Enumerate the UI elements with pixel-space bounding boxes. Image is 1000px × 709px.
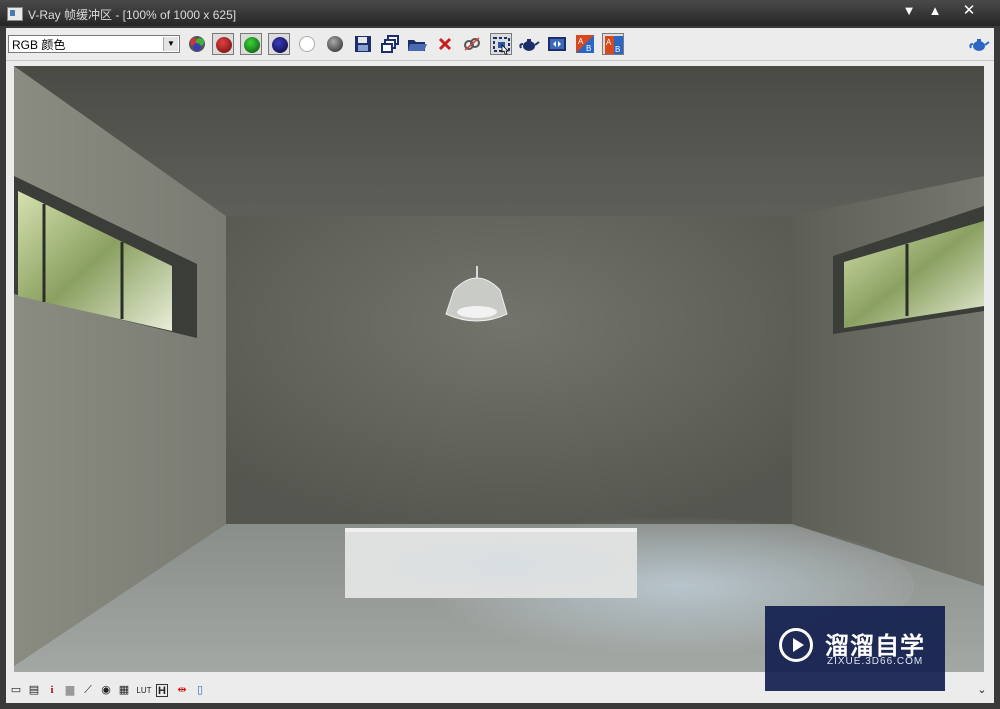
watermark-site: ZIXUE.3D66.COM xyxy=(827,656,924,667)
mono-sphere-icon[interactable] xyxy=(324,33,346,55)
title-bar[interactable]: V-Ray 帧缓冲区 - [100% of 1000 x 625] ▼ ▲ ✕ xyxy=(0,0,1000,26)
pixel-info-icon[interactable]: ▤ xyxy=(28,684,40,697)
levels-icon[interactable]: ▆ xyxy=(64,684,76,697)
white-circle-icon[interactable] xyxy=(296,33,318,55)
channel-select-value: RGB 颜色 xyxy=(12,38,66,52)
history-icon[interactable] xyxy=(546,33,568,55)
double-chevron-down-icon[interactable]: ⌄ xyxy=(976,684,988,697)
svg-text:B: B xyxy=(615,45,620,54)
minimize-button[interactable]: ▼ xyxy=(898,2,920,20)
stereo-icon[interactable]: ⇹ xyxy=(176,684,188,697)
rgb-sphere-icon[interactable] xyxy=(186,33,208,55)
teapot-icon[interactable] xyxy=(518,33,540,55)
app-icon xyxy=(7,7,23,21)
play-logo-icon xyxy=(779,628,813,662)
svg-text:B: B xyxy=(586,44,591,53)
clone-icon[interactable] xyxy=(379,33,401,55)
floppy-icon[interactable] xyxy=(352,33,374,55)
ab-horizontal-icon[interactable]: AB xyxy=(574,33,596,55)
red-channel-icon[interactable] xyxy=(212,33,234,55)
link-icon[interactable] xyxy=(461,33,483,55)
lut-icon[interactable]: LUT xyxy=(136,684,152,697)
maximize-button[interactable]: ▲ xyxy=(924,2,946,20)
watermark: 溜溜自学 ZIXUE.3D66.COM xyxy=(765,606,945,691)
ab-vertical-icon[interactable]: AB xyxy=(602,33,624,55)
render-teapot-icon[interactable] xyxy=(968,33,990,55)
close-button[interactable]: ✕ xyxy=(958,2,980,20)
green-channel-icon[interactable] xyxy=(240,33,262,55)
svg-text:A: A xyxy=(606,38,612,47)
vfb-window: V-Ray 帧缓冲区 - [100% of 1000 x 625] ▼ ▲ ✕ … xyxy=(0,0,1000,709)
blue-channel-icon[interactable] xyxy=(268,33,290,55)
red-x-icon[interactable] xyxy=(434,33,456,55)
window-title: V-Ray 帧缓冲区 - [100% of 1000 x 625] xyxy=(28,8,237,22)
info-icon[interactable]: i xyxy=(46,684,58,697)
svg-text:A: A xyxy=(578,37,584,46)
toolbar: RGB 颜色 ▼ A B A B xyxy=(6,28,994,61)
folder-icon[interactable] xyxy=(406,33,428,55)
region-icon[interactable] xyxy=(490,33,512,55)
exposure-icon[interactable]: ▦ xyxy=(118,684,130,697)
channel-select[interactable]: RGB 颜色 ▼ xyxy=(8,35,180,53)
curves-icon[interactable]: ⟋ xyxy=(82,684,94,697)
render-image[interactable] xyxy=(14,66,984,672)
ocio-icon[interactable]: ▯ xyxy=(194,684,206,697)
color-wheel-icon[interactable]: ◉ xyxy=(100,684,112,697)
histogram-icon[interactable]: H xyxy=(156,684,168,697)
vfb-client: RGB 颜色 ▼ A B A B ▭ ▤ i ▆ ⟋ ◉ ▦ LUT H ⇹ ▯… xyxy=(6,28,994,703)
display-correction-icon[interactable]: ▭ xyxy=(10,684,22,697)
chevron-down-icon[interactable]: ▼ xyxy=(163,37,178,51)
rendered-room xyxy=(14,66,984,672)
